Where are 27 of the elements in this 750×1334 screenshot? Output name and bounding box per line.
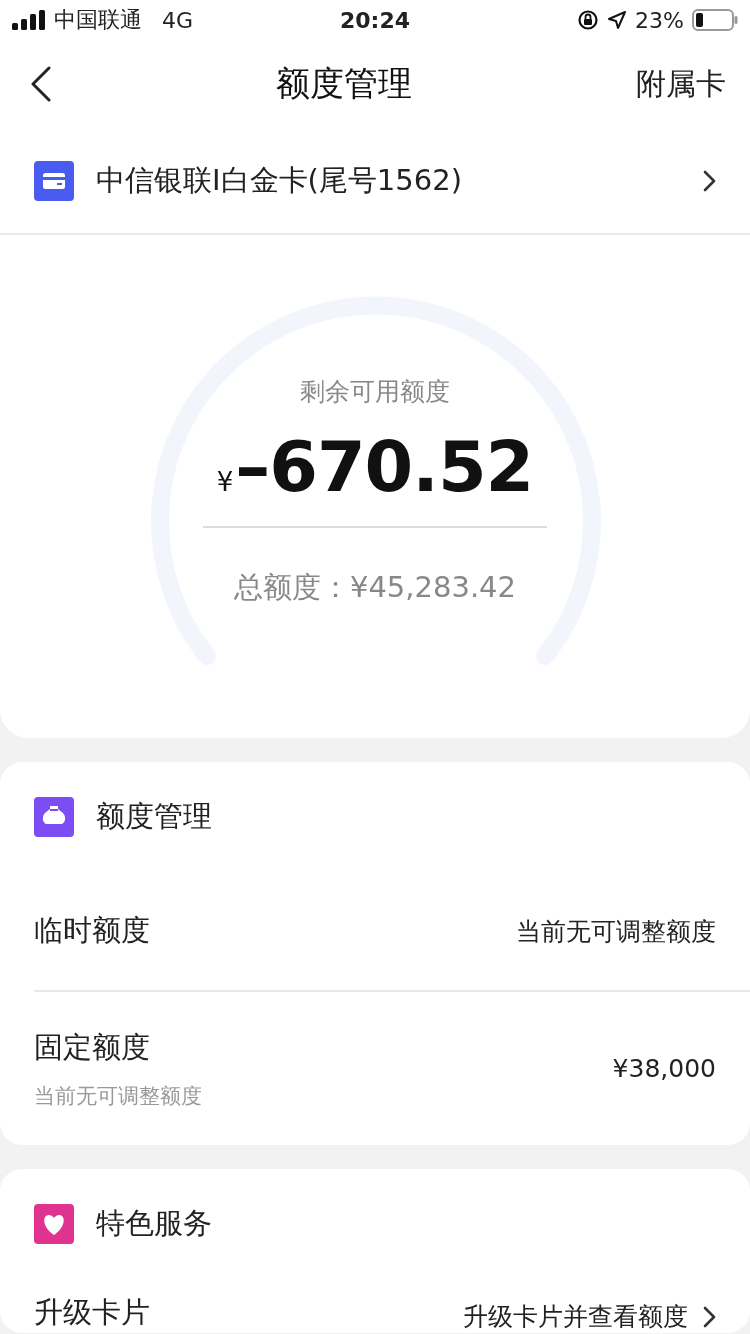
row-label: 临时额度 bbox=[34, 912, 150, 949]
supplementary-card-link[interactable]: 附属卡 bbox=[636, 63, 726, 105]
battery-percent: 23% bbox=[635, 7, 684, 33]
signal-icon bbox=[12, 10, 46, 30]
section-title: 额度管理 bbox=[96, 798, 212, 835]
row-note: 当前无可调整额度 bbox=[34, 1082, 202, 1110]
back-icon[interactable] bbox=[30, 66, 52, 102]
chevron-right-icon bbox=[702, 168, 716, 193]
clock-time: 20:24 bbox=[340, 7, 410, 33]
row-label: 固定额度 bbox=[34, 1028, 151, 1066]
rotation-lock-icon bbox=[577, 9, 600, 31]
row-value: 当前无可调整额度 bbox=[516, 915, 716, 948]
battery-icon bbox=[692, 9, 738, 31]
network-type: 4G bbox=[162, 7, 194, 33]
page-title: 额度管理 bbox=[276, 62, 412, 105]
total-limit: 总额度：¥45,283.42 bbox=[233, 569, 516, 606]
carrier-name: 中国联通 bbox=[54, 6, 142, 34]
row-value: ¥38,000 bbox=[612, 1054, 716, 1083]
card-icon bbox=[34, 160, 74, 201]
currency-sign: ¥ bbox=[216, 467, 234, 497]
row-value[interactable]: 升级卡片并查看额度 bbox=[463, 1300, 688, 1333]
section-title: 特色服务 bbox=[96, 1205, 212, 1242]
available-amount: –670.52 bbox=[235, 426, 534, 508]
row-label: 升级卡片 bbox=[34, 1294, 150, 1331]
chevron-right-icon bbox=[702, 1304, 716, 1329]
available-label: 剩余可用额度 bbox=[300, 376, 450, 408]
location-arrow-icon bbox=[607, 10, 628, 30]
